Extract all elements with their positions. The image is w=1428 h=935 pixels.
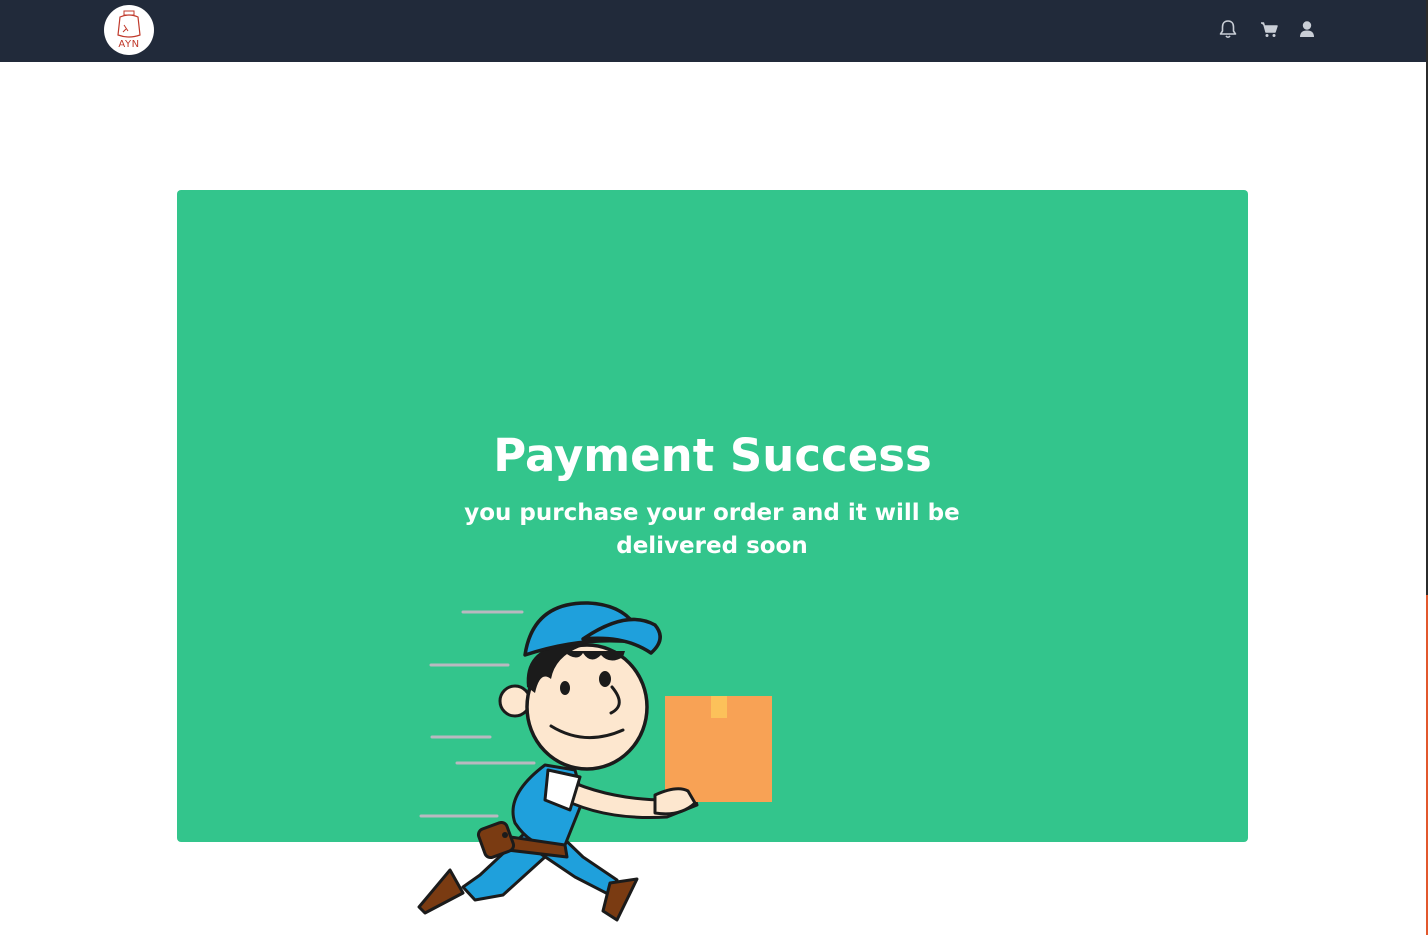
cart-icon[interactable] [1258, 18, 1280, 40]
brand-logo[interactable]: AYN [104, 5, 154, 55]
success-message: you purchase your order and it will be d… [464, 500, 960, 559]
logo-text: AYN [118, 39, 140, 50]
delivery-man-illustration [417, 601, 772, 922]
user-icon[interactable] [1296, 18, 1318, 40]
top-navbar: AYN [0, 0, 1426, 62]
bell-icon[interactable] [1217, 18, 1239, 40]
page-title: Payment Success [493, 429, 932, 482]
